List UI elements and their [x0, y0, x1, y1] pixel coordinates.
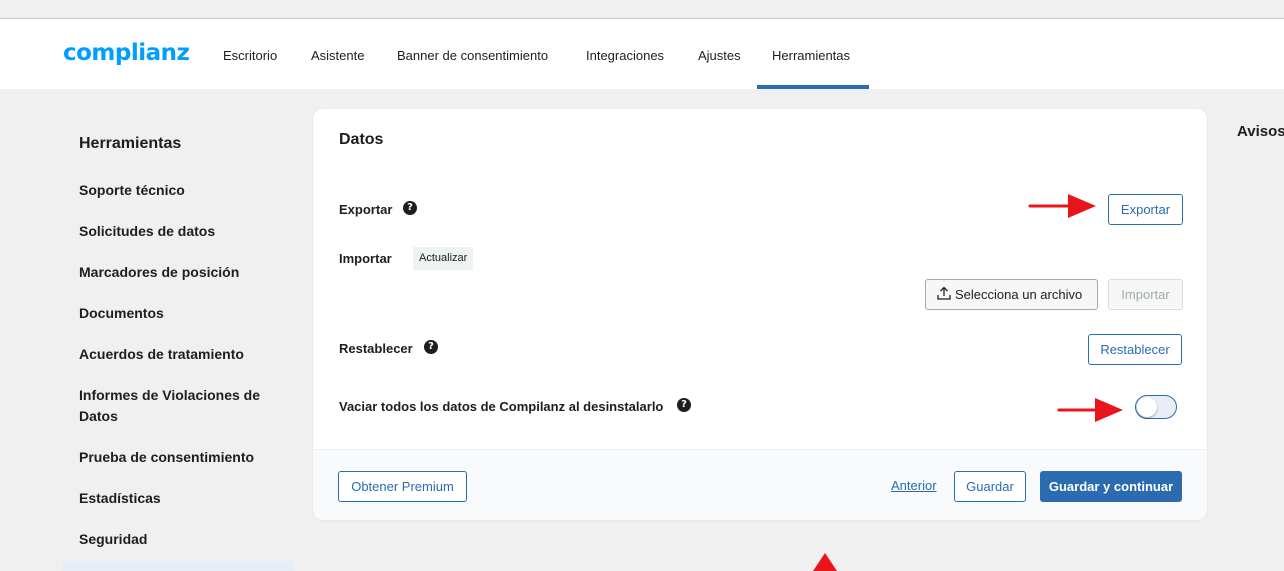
sidebar-title: Herramientas: [79, 135, 182, 152]
sidebar-item-acuerdos-tratamiento[interactable]: Acuerdos de tratamiento: [79, 344, 279, 365]
card-footer: Obtener Premium Anterior Guardar Guardar…: [313, 449, 1207, 520]
notices-title: Avisos: [1237, 123, 1284, 140]
sidebar-active-item-background: [63, 561, 293, 571]
sidebar-item-prueba-consentimiento[interactable]: Prueba de consentimiento: [79, 447, 279, 468]
clear-data-help-icon[interactable]: ?: [677, 398, 691, 412]
top-header: complianz Escritorio Asistente Banner de…: [0, 19, 1284, 89]
clear-data-label: Vaciar todos los datos de Compilanz al d…: [339, 399, 664, 414]
sidebar-item-documentos[interactable]: Documentos: [79, 303, 279, 324]
export-button[interactable]: Exportar: [1108, 194, 1183, 225]
sidebar-item-estadisticas[interactable]: Estadísticas: [79, 488, 279, 509]
previous-link[interactable]: Anterior: [891, 478, 937, 493]
nav-ajustes[interactable]: Ajustes: [698, 48, 741, 63]
nav-asistente[interactable]: Asistente: [311, 48, 364, 63]
reset-label: Restablecer: [339, 341, 413, 356]
nav-herramientas[interactable]: Herramientas: [772, 48, 850, 63]
sidebar-item-soporte-tecnico[interactable]: Soporte técnico: [79, 180, 279, 201]
arrow-right-icon: [1057, 398, 1123, 422]
update-badge: Actualizar: [413, 247, 474, 270]
select-file-button[interactable]: Selecciona un archivo: [925, 279, 1098, 310]
export-help-icon[interactable]: ?: [403, 201, 417, 215]
nav-banner-consentimiento[interactable]: Banner de consentimiento: [397, 48, 548, 63]
import-button[interactable]: Importar: [1108, 279, 1183, 310]
reset-help-icon[interactable]: ?: [424, 340, 438, 354]
sidebar-item-marcadores-posicion[interactable]: Marcadores de posición: [79, 262, 279, 283]
toggle-knob: [1137, 397, 1157, 417]
select-file-label: Selecciona un archivo: [955, 287, 1083, 302]
arrow-right-icon: [1028, 194, 1096, 218]
get-premium-button[interactable]: Obtener Premium: [338, 471, 467, 502]
import-label: Importar: [339, 251, 392, 266]
nav-escritorio[interactable]: Escritorio: [223, 48, 277, 63]
save-continue-button[interactable]: Guardar y continuar: [1040, 471, 1182, 502]
sidebar-item-seguridad[interactable]: Seguridad: [79, 529, 279, 550]
sidebar-item-solicitudes-datos[interactable]: Solicitudes de datos: [79, 221, 279, 242]
nav-integraciones[interactable]: Integraciones: [586, 48, 664, 63]
complianz-logo[interactable]: complianz: [63, 40, 190, 66]
export-label: Exportar: [339, 202, 393, 217]
clear-data-toggle[interactable]: [1135, 395, 1177, 419]
nav-active-indicator: [757, 85, 869, 89]
card-title: Datos: [339, 131, 384, 148]
reset-button[interactable]: Restablecer: [1088, 334, 1182, 365]
save-button[interactable]: Guardar: [954, 471, 1026, 502]
sidebar-item-informes-violaciones[interactable]: Informes de Violaciones de Datos: [79, 385, 274, 427]
data-settings-card: Datos Exportar ? Exportar Importar Actua…: [313, 109, 1207, 520]
arrow-up-icon: [813, 553, 837, 571]
upload-icon: [937, 286, 951, 300]
